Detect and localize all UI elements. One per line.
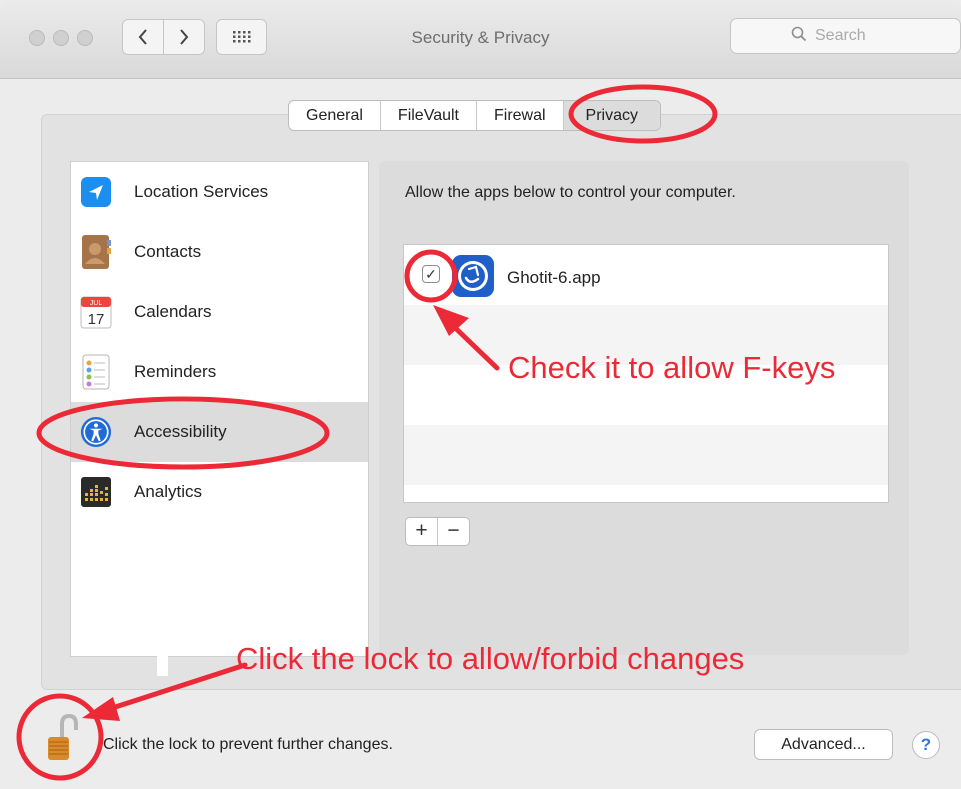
lock-highlight-circle [16,693,104,781]
privacy-tab-highlight-circle [568,84,718,144]
accessibility-highlight-circle [36,396,330,470]
lock-annotation-text: Click the lock to allow/forbid changes [236,641,745,676]
lock-arrow-shaft [97,662,248,715]
checkbox-highlight-circle [404,249,458,303]
fkeys-arrow-head [433,305,469,336]
security-privacy-window: Security & Privacy General FileVault Fir… [0,0,961,789]
fkeys-annotation-text: Check it to allow F-keys [508,350,836,385]
